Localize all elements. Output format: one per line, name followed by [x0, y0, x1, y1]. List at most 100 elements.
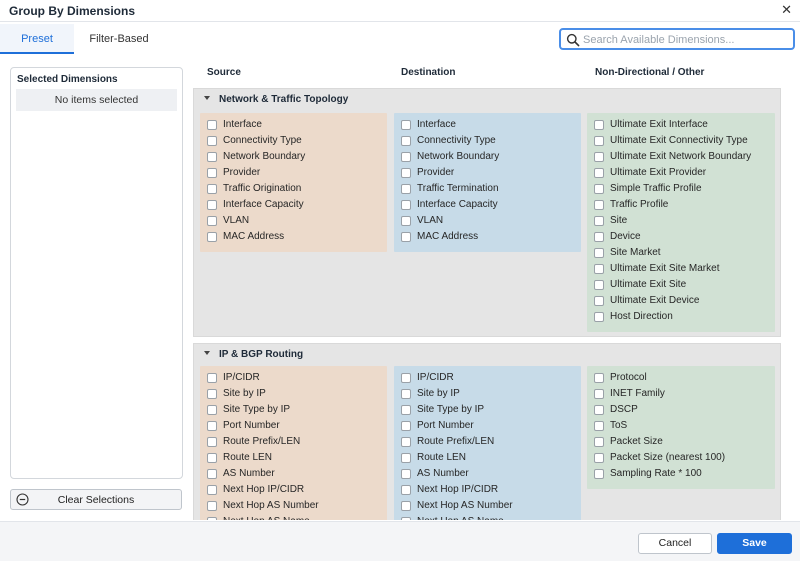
dimension-option[interactable]: Ultimate Exit Site Market [594, 262, 772, 278]
checkbox[interactable] [594, 120, 604, 130]
dimension-option[interactable]: Protocol [594, 371, 772, 387]
dimension-option[interactable]: Host Direction [594, 310, 772, 326]
checkbox[interactable] [401, 232, 411, 242]
dimension-option[interactable]: ToS [594, 419, 772, 435]
dimension-option[interactable]: Site Type by IP [401, 403, 578, 419]
checkbox[interactable] [207, 136, 217, 146]
checkbox[interactable] [207, 184, 217, 194]
dimension-option[interactable]: Route Prefix/LEN [401, 435, 578, 451]
checkbox[interactable] [207, 469, 217, 479]
dimension-option[interactable]: Interface Capacity [401, 198, 578, 214]
dimension-option[interactable]: Ultimate Exit Connectivity Type [594, 134, 772, 150]
dimension-option[interactable]: Connectivity Type [207, 134, 384, 150]
tab-filter-based[interactable]: Filter-Based [76, 24, 162, 54]
dimension-option[interactable]: Device [594, 230, 772, 246]
checkbox[interactable] [594, 184, 604, 194]
dimension-option[interactable]: MAC Address [401, 230, 578, 246]
checkbox[interactable] [401, 168, 411, 178]
dimension-option[interactable]: Interface Capacity [207, 198, 384, 214]
checkbox[interactable] [594, 264, 604, 274]
dimension-option[interactable]: Interface [207, 118, 384, 134]
dimension-option[interactable]: MAC Address [207, 230, 384, 246]
search-input[interactable] [583, 32, 788, 47]
checkbox[interactable] [401, 200, 411, 210]
checkbox[interactable] [594, 421, 604, 431]
dimension-option[interactable]: Network Boundary [207, 150, 384, 166]
section-header[interactable]: Network & Traffic Topology [194, 89, 780, 111]
checkbox[interactable] [401, 184, 411, 194]
checkbox[interactable] [401, 373, 411, 383]
checkbox[interactable] [594, 248, 604, 258]
checkbox[interactable] [594, 373, 604, 383]
clear-selections-button[interactable]: Clear Selections [10, 489, 182, 510]
dimension-option[interactable]: IP/CIDR [401, 371, 578, 387]
dimension-option[interactable]: IP/CIDR [207, 371, 384, 387]
checkbox[interactable] [401, 136, 411, 146]
dimension-option[interactable]: Site by IP [401, 387, 578, 403]
dimension-option[interactable]: Route LEN [207, 451, 384, 467]
dimension-option[interactable]: Port Number [207, 419, 384, 435]
checkbox[interactable] [401, 421, 411, 431]
checkbox[interactable] [207, 200, 217, 210]
dimension-option[interactable]: Traffic Origination [207, 182, 384, 198]
dimension-option[interactable]: VLAN [401, 214, 578, 230]
dimension-option[interactable]: Ultimate Exit Device [594, 294, 772, 310]
dimension-option[interactable]: Site Type by IP [207, 403, 384, 419]
section-header[interactable]: IP & BGP Routing [194, 344, 780, 366]
checkbox[interactable] [401, 405, 411, 415]
dimension-option[interactable]: Port Number [401, 419, 578, 435]
checkbox[interactable] [401, 501, 411, 511]
cancel-button[interactable]: Cancel [638, 533, 712, 554]
close-icon[interactable]: ✕ [781, 2, 792, 18]
checkbox[interactable] [207, 437, 217, 447]
dimension-option[interactable]: Interface [401, 118, 578, 134]
dimension-option[interactable]: Packet Size (nearest 100) [594, 451, 772, 467]
dimension-option[interactable]: Site [594, 214, 772, 230]
checkbox[interactable] [207, 373, 217, 383]
dimension-option[interactable]: Ultimate Exit Interface [594, 118, 772, 134]
checkbox[interactable] [594, 200, 604, 210]
dimension-option[interactable]: Simple Traffic Profile [594, 182, 772, 198]
checkbox[interactable] [594, 296, 604, 306]
checkbox[interactable] [594, 405, 604, 415]
checkbox[interactable] [207, 485, 217, 495]
checkbox[interactable] [594, 280, 604, 290]
checkbox[interactable] [594, 216, 604, 226]
checkbox[interactable] [594, 469, 604, 479]
dimension-option[interactable]: VLAN [207, 214, 384, 230]
checkbox[interactable] [594, 312, 604, 322]
dimension-option[interactable]: Site by IP [207, 387, 384, 403]
checkbox[interactable] [207, 501, 217, 511]
checkbox[interactable] [401, 216, 411, 226]
dimension-option[interactable]: INET Family [594, 387, 772, 403]
checkbox[interactable] [401, 517, 411, 520]
dimension-option[interactable]: Provider [401, 166, 578, 182]
dimension-option[interactable]: Next Hop AS Number [401, 499, 578, 515]
checkbox[interactable] [401, 485, 411, 495]
save-button[interactable]: Save [717, 533, 792, 554]
checkbox[interactable] [594, 453, 604, 463]
dimension-option[interactable]: Ultimate Exit Provider [594, 166, 772, 182]
checkbox[interactable] [207, 168, 217, 178]
dimension-option[interactable]: Ultimate Exit Network Boundary [594, 150, 772, 166]
checkbox[interactable] [207, 232, 217, 242]
dimension-option[interactable]: Next Hop AS Number [207, 499, 384, 515]
dimension-option[interactable]: Route LEN [401, 451, 578, 467]
checkbox[interactable] [594, 152, 604, 162]
checkbox[interactable] [207, 120, 217, 130]
checkbox[interactable] [207, 389, 217, 399]
dimension-option[interactable]: Next Hop IP/CIDR [401, 483, 578, 499]
dimension-option[interactable]: Next Hop AS Name [207, 515, 384, 520]
checkbox[interactable] [207, 421, 217, 431]
tab-preset[interactable]: Preset [0, 24, 74, 54]
checkbox[interactable] [594, 437, 604, 447]
dimension-option[interactable]: Connectivity Type [401, 134, 578, 150]
dimension-option[interactable]: Provider [207, 166, 384, 182]
checkbox[interactable] [207, 152, 217, 162]
checkbox[interactable] [207, 453, 217, 463]
dimension-option[interactable]: Site Market [594, 246, 772, 262]
dimension-option[interactable]: Traffic Termination [401, 182, 578, 198]
dimension-option[interactable]: Next Hop AS Name [401, 515, 578, 520]
checkbox[interactable] [594, 168, 604, 178]
checkbox[interactable] [594, 232, 604, 242]
